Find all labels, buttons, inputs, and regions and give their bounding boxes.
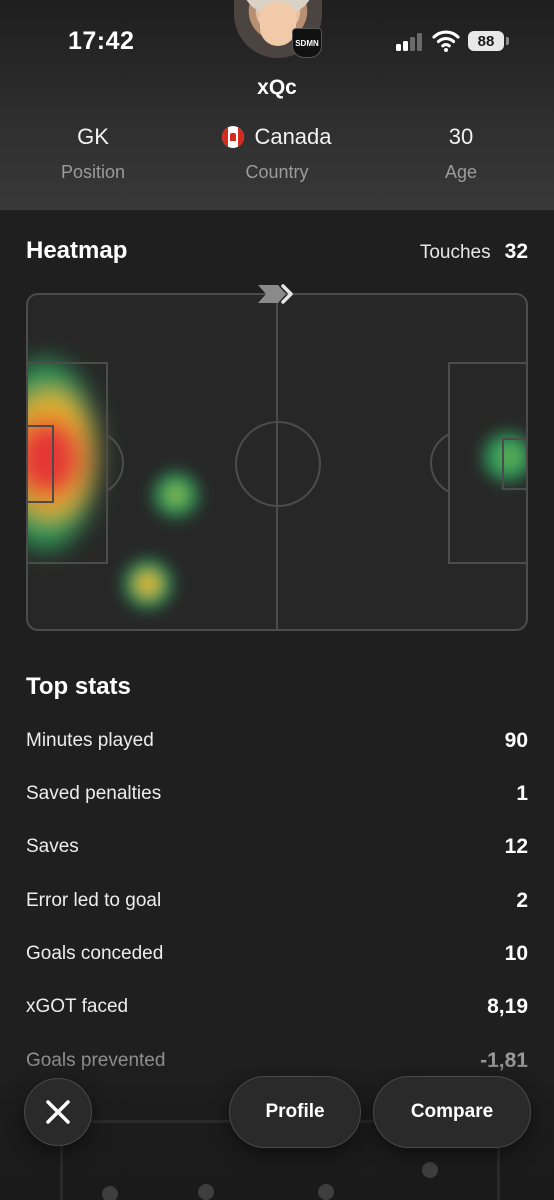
wifi-icon bbox=[432, 30, 460, 52]
center-circle bbox=[235, 421, 321, 507]
heatmap-title: Heatmap bbox=[26, 237, 128, 264]
touches-value: 32 bbox=[504, 240, 528, 263]
team-badge: SDMN bbox=[292, 28, 322, 58]
stat-label: Error led to goal bbox=[26, 890, 162, 911]
player-header: 17:42 88 SDMN xQc GK Position Canada Cou… bbox=[0, 0, 554, 210]
left-goal-box bbox=[28, 425, 54, 503]
cellular-signal-icon bbox=[396, 33, 426, 51]
close-icon bbox=[46, 1100, 70, 1124]
heat-blob-mid bbox=[154, 473, 198, 517]
profile-button[interactable]: Profile bbox=[229, 1076, 361, 1148]
stat-label: Saves bbox=[26, 836, 79, 857]
stat-row-saved-penalties: Saved penalties 1 bbox=[26, 779, 528, 809]
battery-indicator: 88 bbox=[468, 31, 509, 51]
country-value: Canada bbox=[254, 124, 332, 149]
chevron-right-icon bbox=[258, 284, 293, 304]
background-dot bbox=[318, 1184, 334, 1200]
canada-flag-icon bbox=[222, 126, 245, 148]
position-info: GK Position bbox=[13, 124, 173, 183]
stat-label: xGOT faced bbox=[26, 996, 129, 1017]
stat-row-saves: Saves 12 bbox=[26, 832, 528, 862]
age-value: 30 bbox=[448, 124, 474, 149]
country-label: Country bbox=[245, 162, 309, 182]
heatmap-pitch bbox=[26, 293, 528, 631]
heat-blob-low bbox=[124, 560, 172, 608]
status-time: 17:42 bbox=[68, 27, 135, 55]
stat-value: 90 bbox=[504, 729, 528, 752]
stat-value: 2 bbox=[516, 889, 528, 912]
stat-value: 8,19 bbox=[487, 995, 528, 1018]
player-name: xQc bbox=[257, 76, 297, 99]
stat-value: 10 bbox=[504, 942, 528, 965]
stat-row-goals-conceded: Goals conceded 10 bbox=[26, 939, 528, 969]
top-stats-title: Top stats bbox=[26, 673, 131, 700]
stat-row-error-led-to-goal: Error led to goal 2 bbox=[26, 886, 528, 916]
touches-label: Touches bbox=[419, 242, 491, 263]
position-label: Position bbox=[60, 162, 126, 182]
stat-label: Minutes played bbox=[26, 730, 154, 751]
stat-row-minutes-played: Minutes played 90 bbox=[26, 726, 528, 756]
country-info: Canada Country bbox=[197, 124, 357, 183]
close-button[interactable] bbox=[24, 1078, 92, 1146]
stat-value: 1 bbox=[516, 782, 528, 805]
stat-label: Goals conceded bbox=[26, 943, 164, 964]
position-value: GK bbox=[77, 124, 109, 149]
stat-label: Saved penalties bbox=[26, 783, 162, 804]
touches-summary: Touches 32 bbox=[420, 240, 528, 264]
stat-value: 12 bbox=[504, 835, 528, 858]
stat-row-xgot-faced: xGOT faced 8,19 bbox=[26, 992, 528, 1022]
background-dot bbox=[422, 1162, 438, 1178]
compare-button[interactable]: Compare bbox=[373, 1076, 531, 1148]
background-dot bbox=[102, 1186, 118, 1200]
age-info: 30 Age bbox=[381, 124, 541, 183]
age-label: Age bbox=[444, 162, 478, 182]
right-goal-box bbox=[502, 438, 526, 490]
background-dot bbox=[198, 1184, 214, 1200]
